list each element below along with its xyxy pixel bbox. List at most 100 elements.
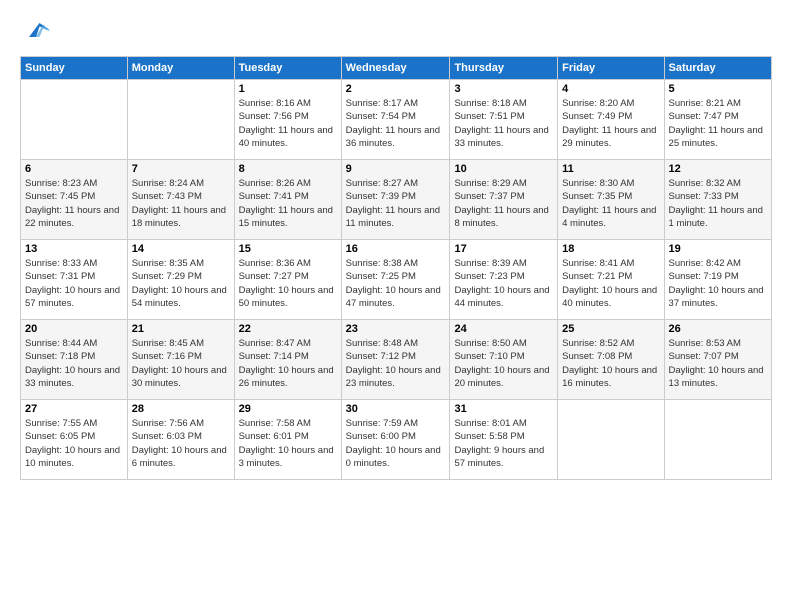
calendar-cell [21,80,128,160]
day-number: 9 [346,163,446,175]
weekday-header-thursday: Thursday [450,57,558,80]
day-info: Sunrise: 8:45 AM Sunset: 7:16 PM Dayligh… [132,337,230,390]
day-number: 17 [454,243,553,255]
day-info: Sunrise: 8:48 AM Sunset: 7:12 PM Dayligh… [346,337,446,390]
day-number: 19 [669,243,767,255]
day-number: 2 [346,83,446,95]
day-number: 31 [454,403,553,415]
day-number: 15 [239,243,337,255]
calendar-cell: 20Sunrise: 8:44 AM Sunset: 7:18 PM Dayli… [21,320,128,400]
calendar-cell: 19 Sunrise: 8:42 AM Sunset: 7:19 PM Dayli… [664,240,771,320]
day-info: Sunrise: 8:20 AM Sunset: 7:49 PM Dayligh… [562,97,659,150]
day-info: Sunrise: 8:41 AM Sunset: 7:21 PM Dayligh… [562,257,659,310]
calendar-cell: 6 Sunrise: 8:23 AM Sunset: 7:45 PM Daylig… [21,160,128,240]
calendar-cell: 2 Sunrise: 8:17 AM Sunset: 7:54 PM Daylig… [341,80,450,160]
day-info: Sunrise: 8:53 AM Sunset: 7:07 PM Dayligh… [669,337,767,390]
calendar-table: SundayMondayTuesdayWednesdayThursdayFrid… [20,56,772,480]
day-number: 11 [562,163,659,175]
day-info: Sunrise: 8:33 AM Sunset: 7:31 PM Dayligh… [25,257,123,310]
week-row-5: 27Sunrise: 7:55 AM Sunset: 6:05 PM Dayli… [21,400,772,480]
calendar-cell: 25Sunrise: 8:52 AM Sunset: 7:08 PM Dayli… [558,320,664,400]
calendar-cell: 12 Sunrise: 8:32 AM Sunset: 7:33 PM Dayli… [664,160,771,240]
logo [20,16,50,44]
day-info: Sunrise: 8:32 AM Sunset: 7:33 PM Dayligh… [669,177,767,230]
page: SundayMondayTuesdayWednesdayThursdayFrid… [0,0,792,612]
day-number: 4 [562,83,659,95]
day-number: 8 [239,163,337,175]
calendar-cell: 11 Sunrise: 8:30 AM Sunset: 7:35 PM Dayli… [558,160,664,240]
day-number: 16 [346,243,446,255]
day-number: 18 [562,243,659,255]
day-info: Sunrise: 8:44 AM Sunset: 7:18 PM Dayligh… [25,337,123,390]
day-number: 6 [25,163,123,175]
day-number: 26 [669,323,767,335]
calendar-cell: 23 Sunrise: 8:48 AM Sunset: 7:12 PM Dayli… [341,320,450,400]
day-number: 22 [239,323,337,335]
day-info: Sunrise: 8:30 AM Sunset: 7:35 PM Dayligh… [562,177,659,230]
day-number: 10 [454,163,553,175]
weekday-header-saturday: Saturday [664,57,771,80]
day-number: 13 [25,243,123,255]
week-row-4: 20Sunrise: 8:44 AM Sunset: 7:18 PM Dayli… [21,320,772,400]
calendar-cell: 1 Sunrise: 8:16 AM Sunset: 7:56 PM Daylig… [234,80,341,160]
logo-bird-icon [22,16,50,44]
calendar-cell: 26 Sunrise: 8:53 AM Sunset: 7:07 PM Dayli… [664,320,771,400]
day-info: Sunrise: 8:24 AM Sunset: 7:43 PM Dayligh… [132,177,230,230]
day-info: Sunrise: 7:58 AM Sunset: 6:01 PM Dayligh… [239,417,337,470]
day-info: Sunrise: 8:17 AM Sunset: 7:54 PM Dayligh… [346,97,446,150]
day-info: Sunrise: 8:35 AM Sunset: 7:29 PM Dayligh… [132,257,230,310]
calendar-cell: 22 Sunrise: 8:47 AM Sunset: 7:14 PM Dayli… [234,320,341,400]
calendar-cell: 15Sunrise: 8:36 AM Sunset: 7:27 PM Dayli… [234,240,341,320]
calendar-cell: 30 Sunrise: 7:59 AM Sunset: 6:00 PM Dayli… [341,400,450,480]
day-number: 12 [669,163,767,175]
calendar-cell: 29 Sunrise: 7:58 AM Sunset: 6:01 PM Dayli… [234,400,341,480]
calendar-cell: 18 Sunrise: 8:41 AM Sunset: 7:21 PM Dayli… [558,240,664,320]
calendar-cell: 24Sunrise: 8:50 AM Sunset: 7:10 PM Dayli… [450,320,558,400]
day-number: 29 [239,403,337,415]
weekday-header-monday: Monday [127,57,234,80]
day-info: Sunrise: 8:42 AM Sunset: 7:19 PM Dayligh… [669,257,767,310]
header [20,16,772,44]
day-info: Sunrise: 8:16 AM Sunset: 7:56 PM Dayligh… [239,97,337,150]
day-number: 14 [132,243,230,255]
day-number: 27 [25,403,123,415]
day-number: 21 [132,323,230,335]
day-info: Sunrise: 8:18 AM Sunset: 7:51 PM Dayligh… [454,97,553,150]
calendar-cell: 17 Sunrise: 8:39 AM Sunset: 7:23 PM Dayli… [450,240,558,320]
day-info: Sunrise: 8:47 AM Sunset: 7:14 PM Dayligh… [239,337,337,390]
day-info: Sunrise: 8:38 AM Sunset: 7:25 PM Dayligh… [346,257,446,310]
day-number: 1 [239,83,337,95]
calendar-cell: 9 Sunrise: 8:27 AM Sunset: 7:39 PM Daylig… [341,160,450,240]
calendar-cell: 5Sunrise: 8:21 AM Sunset: 7:47 PM Daylig… [664,80,771,160]
calendar-cell: 13 Sunrise: 8:33 AM Sunset: 7:31 PM Dayli… [21,240,128,320]
calendar-cell [127,80,234,160]
day-number: 30 [346,403,446,415]
day-info: Sunrise: 8:39 AM Sunset: 7:23 PM Dayligh… [454,257,553,310]
calendar-cell: 31 Sunrise: 8:01 AM Sunset: 5:58 PM Dayli… [450,400,558,480]
week-row-2: 6 Sunrise: 8:23 AM Sunset: 7:45 PM Daylig… [21,160,772,240]
calendar-cell: 14 Sunrise: 8:35 AM Sunset: 7:29 PM Dayli… [127,240,234,320]
day-number: 3 [454,83,553,95]
calendar-cell: 10 Sunrise: 8:29 AM Sunset: 7:37 PM Dayli… [450,160,558,240]
day-info: Sunrise: 8:26 AM Sunset: 7:41 PM Dayligh… [239,177,337,230]
calendar-cell [558,400,664,480]
week-row-3: 13 Sunrise: 8:33 AM Sunset: 7:31 PM Dayli… [21,240,772,320]
weekday-header-friday: Friday [558,57,664,80]
day-info: Sunrise: 7:59 AM Sunset: 6:00 PM Dayligh… [346,417,446,470]
week-row-1: 1 Sunrise: 8:16 AM Sunset: 7:56 PM Daylig… [21,80,772,160]
calendar-cell: 3 Sunrise: 8:18 AM Sunset: 7:51 PM Daylig… [450,80,558,160]
calendar-cell: 8 Sunrise: 8:26 AM Sunset: 7:41 PM Daylig… [234,160,341,240]
day-info: Sunrise: 8:23 AM Sunset: 7:45 PM Dayligh… [25,177,123,230]
day-info: Sunrise: 8:27 AM Sunset: 7:39 PM Dayligh… [346,177,446,230]
day-info: Sunrise: 8:21 AM Sunset: 7:47 PM Dayligh… [669,97,767,150]
day-info: Sunrise: 8:01 AM Sunset: 5:58 PM Dayligh… [454,417,553,470]
calendar-cell [664,400,771,480]
calendar-cell: 4 Sunrise: 8:20 AM Sunset: 7:49 PM Daylig… [558,80,664,160]
calendar-cell: 27Sunrise: 7:55 AM Sunset: 6:05 PM Dayli… [21,400,128,480]
weekday-header-sunday: Sunday [21,57,128,80]
calendar-cell: 16 Sunrise: 8:38 AM Sunset: 7:25 PM Dayli… [341,240,450,320]
calendar-cell: 28Sunrise: 7:56 AM Sunset: 6:03 PM Dayli… [127,400,234,480]
day-number: 23 [346,323,446,335]
calendar-cell: 7Sunrise: 8:24 AM Sunset: 7:43 PM Daylig… [127,160,234,240]
day-info: Sunrise: 8:29 AM Sunset: 7:37 PM Dayligh… [454,177,553,230]
